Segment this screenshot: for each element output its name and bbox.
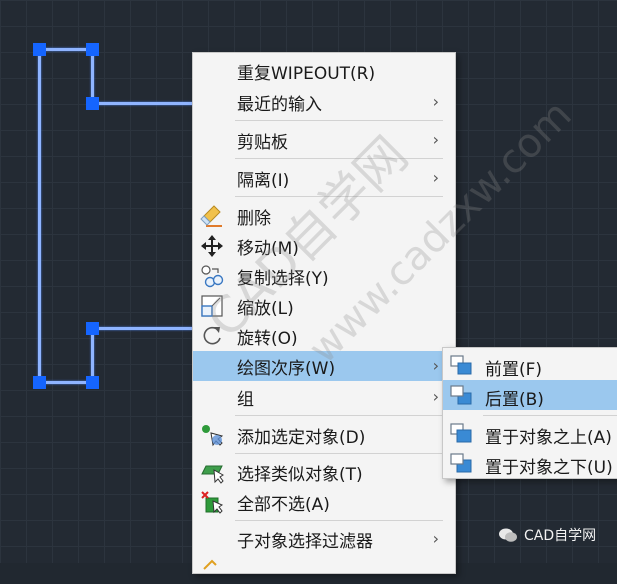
send-to-back-icon	[450, 385, 472, 405]
copy-icon	[201, 265, 224, 288]
quick-select-icon	[203, 559, 217, 570]
menu-item-label: 移动(M)	[237, 238, 299, 259]
deselect-all-icon	[201, 491, 224, 514]
menu-separator	[235, 196, 443, 197]
bring-above-icon	[450, 423, 472, 443]
chevron-right-icon: ›	[432, 130, 439, 149]
menu-item-label: 选择类似对象(T)	[237, 464, 363, 485]
menu-item-deselect-all[interactable]: 全部不选(A)	[193, 487, 455, 517]
menu-item-label: 全部不选(A)	[237, 494, 330, 515]
menu-separator	[235, 520, 443, 521]
menu-separator	[235, 158, 443, 159]
source-badge: CAD自学网	[498, 522, 596, 548]
grip-handle[interactable]	[86, 322, 99, 335]
menu-item-move[interactable]: 移动(M)	[193, 231, 455, 261]
submenu-item-send-under[interactable]: 置于对象之下(U)	[443, 448, 617, 478]
menu-item-label: 缩放(L)	[237, 298, 294, 319]
grip-handle[interactable]	[86, 43, 99, 56]
menu-item-label: 子对象选择过滤器	[237, 531, 373, 552]
grip-handle[interactable]	[33, 43, 46, 56]
menu-item-draw-order[interactable]: 绘图次序(W) ›	[193, 351, 455, 381]
menu-item-label: 组	[237, 389, 254, 410]
chevron-right-icon: ›	[432, 92, 439, 111]
move-icon	[201, 235, 223, 257]
select-similar-icon	[201, 465, 224, 484]
menu-item-subobject-filter[interactable]: 子对象选择过滤器 ›	[193, 524, 455, 554]
badge-label: CAD自学网	[524, 528, 597, 544]
submenu-item-send-to-back[interactable]: 后置(B)	[443, 380, 617, 410]
menu-item-delete[interactable]: 删除	[193, 201, 455, 231]
submenu-item-label: 后置(B)	[485, 390, 544, 410]
menu-item-copy-selection[interactable]: 复制选择(Y)	[193, 261, 455, 291]
grip-handle[interactable]	[86, 376, 99, 389]
menu-item-label: 添加选定对象(D)	[237, 427, 366, 448]
menu-item-cut-off[interactable]	[193, 554, 455, 584]
grip-handle[interactable]	[86, 97, 99, 110]
menu-separator	[483, 415, 617, 416]
menu-item-select-similar[interactable]: 选择类似对象(T)	[193, 457, 455, 487]
selected-polyline-top-right[interactable]	[91, 49, 94, 104]
selected-polyline-bottom-right[interactable]	[91, 328, 94, 383]
submenu-item-bring-above[interactable]: 置于对象之上(A)	[443, 418, 617, 448]
wechat-icon	[499, 528, 517, 542]
menu-item-repeat-wipeout[interactable]: 重复WIPEOUT(R)	[193, 56, 455, 86]
selected-polyline-lower-arm[interactable]	[93, 327, 193, 330]
selected-polyline-upper-arm[interactable]	[93, 102, 193, 105]
menu-item-recent-input[interactable]: 最近的输入 ›	[193, 87, 455, 117]
menu-item-label: 最近的输入	[237, 94, 322, 115]
rotate-icon	[203, 326, 221, 345]
selected-polyline-left[interactable]	[38, 49, 41, 383]
eraser-icon	[200, 205, 222, 227]
menu-item-label: 隔离(I)	[237, 170, 290, 191]
menu-item-group[interactable]: 组 ›	[193, 382, 455, 412]
add-selected-icon	[202, 425, 224, 447]
menu-item-scale[interactable]: 缩放(L)	[193, 291, 455, 321]
menu-item-rotate[interactable]: 旋转(O)	[193, 321, 455, 351]
bring-to-front-icon	[450, 355, 472, 375]
draw-order-submenu: 前置(F) 后置(B) 置于对象之上(A) 置于对象之下(U)	[442, 347, 617, 479]
menu-item-label: 删除	[237, 208, 271, 229]
chevron-right-icon: ›	[432, 168, 439, 187]
menu-item-add-selected[interactable]: 添加选定对象(D)	[193, 420, 455, 450]
submenu-item-label: 置于对象之下(U)	[485, 458, 613, 478]
menu-separator	[235, 453, 443, 454]
chevron-right-icon: ›	[432, 356, 439, 375]
menu-separator	[235, 415, 443, 416]
context-menu: 重复WIPEOUT(R) 最近的输入 › 剪贴板 › 隔离(I) › 删除 移动…	[192, 52, 456, 574]
menu-item-isolate[interactable]: 隔离(I) ›	[193, 163, 455, 193]
submenu-item-label: 前置(F)	[485, 360, 543, 380]
grip-handle[interactable]	[33, 376, 46, 389]
menu-item-label: 复制选择(Y)	[237, 268, 329, 289]
chevron-right-icon: ›	[432, 529, 439, 548]
menu-item-label: 绘图次序(W)	[237, 358, 336, 379]
submenu-item-label: 置于对象之上(A)	[485, 428, 612, 448]
menu-item-label: 旋转(O)	[237, 328, 298, 349]
scale-icon	[201, 295, 223, 317]
menu-item-label: 重复WIPEOUT(R)	[237, 63, 376, 84]
send-under-icon	[450, 453, 472, 473]
submenu-item-bring-to-front[interactable]: 前置(F)	[443, 350, 617, 380]
menu-item-clipboard[interactable]: 剪贴板 ›	[193, 125, 455, 155]
menu-item-label: 剪贴板	[237, 132, 288, 153]
menu-separator	[235, 120, 443, 121]
chevron-right-icon: ›	[432, 387, 439, 406]
